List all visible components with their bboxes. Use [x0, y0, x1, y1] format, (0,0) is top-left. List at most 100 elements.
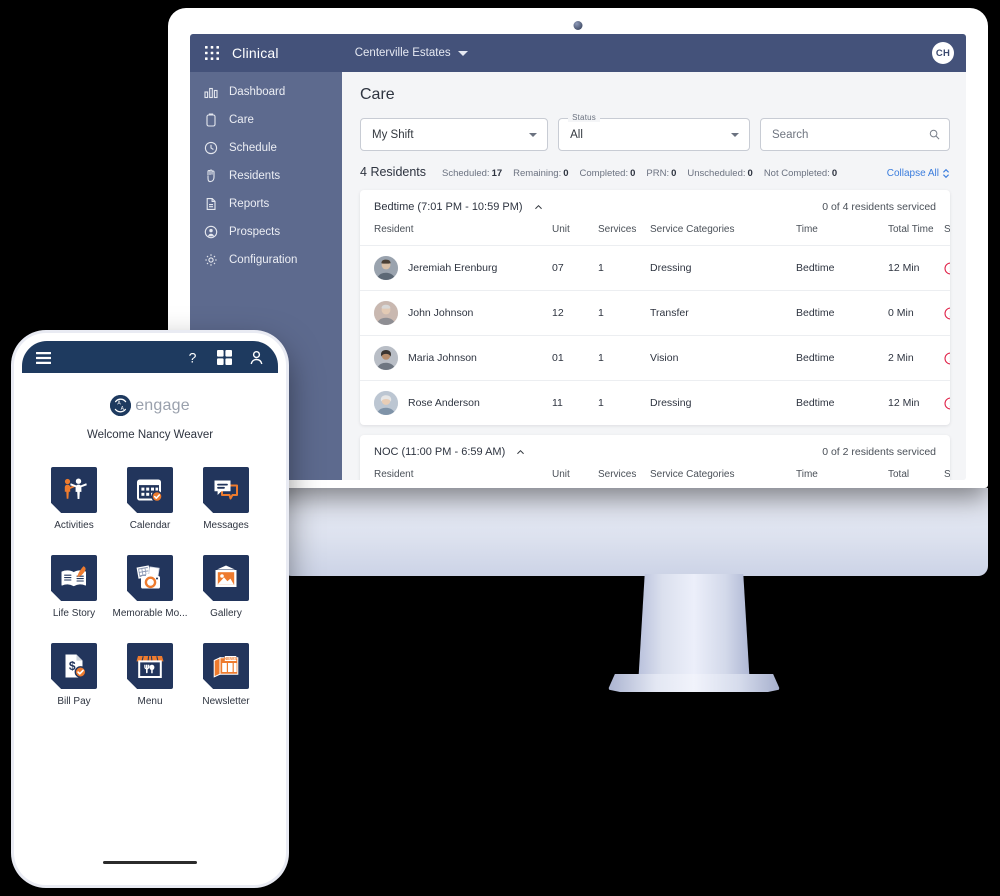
- cell-resident: John Johnson: [360, 290, 552, 336]
- sidebar-item-dashboard[interactable]: Dashboard: [190, 78, 342, 106]
- cell-unit: 07: [552, 245, 598, 291]
- tile-label: Life Story: [52, 608, 96, 619]
- col-resident: Resident: [374, 224, 414, 235]
- alert-circle-icon[interactable]: [944, 261, 950, 275]
- sidebar-item-configuration[interactable]: Configuration: [190, 246, 342, 274]
- alert-circle-icon[interactable]: [944, 306, 950, 320]
- cell-resident: Rose Anderson: [360, 380, 552, 425]
- restaurant-storefront-icon: [127, 643, 173, 689]
- cell-status: [944, 380, 950, 425]
- picture-frame-icon: [203, 555, 249, 601]
- cell-status: [944, 290, 950, 336]
- chevron-up-icon[interactable]: [534, 203, 543, 212]
- chevron-up-icon[interactable]: [516, 448, 525, 457]
- stat-value: 0: [747, 168, 753, 179]
- collapse-all-button[interactable]: Collapse All: [887, 168, 950, 179]
- col-total-time: Total Time: [888, 224, 934, 235]
- tile-label: Activities: [54, 520, 94, 531]
- search-icon: [929, 129, 940, 140]
- cell-time: Bedtime: [796, 290, 888, 336]
- cell-status: [944, 245, 950, 291]
- table-row[interactable]: Jeremiah Erenburg 07 1 Dressing Bedtime …: [360, 245, 950, 291]
- person-icon[interactable]: [249, 350, 264, 365]
- stat-label: Remaining:: [513, 168, 562, 179]
- col-services: Services: [598, 469, 637, 480]
- tile-label: Bill Pay: [57, 696, 91, 707]
- gear-icon: [204, 253, 218, 267]
- cell-services: 1: [598, 245, 650, 291]
- chevron-up-down-icon: [943, 168, 949, 179]
- stat-not-completed: Not Completed: 0: [764, 168, 837, 179]
- question-mark-icon[interactable]: ?: [185, 349, 200, 365]
- cell-services: 1: [598, 290, 650, 336]
- tile-label: Menu: [137, 696, 163, 707]
- sidebar-item-label: Schedule: [229, 142, 277, 154]
- group-title: Bedtime (7:01 PM - 10:59 PM): [374, 201, 523, 213]
- table-row[interactable]: John Johnson 12 1 Transfer Bedtime 0 Min: [360, 290, 950, 336]
- document-icon: [204, 197, 218, 211]
- alert-circle-icon[interactable]: [944, 396, 950, 410]
- apps-grid-icon[interactable]: [205, 46, 219, 60]
- care-table-head: Resident Unit Services Service Categorie…: [360, 467, 950, 480]
- cell-time: Bedtime: [796, 335, 888, 381]
- stat-label: Scheduled:: [442, 168, 490, 179]
- table-row[interactable]: Maria Johnson 01 1 Vision Bedtime 2 Min: [360, 335, 950, 381]
- col-unit: Unit: [552, 469, 570, 480]
- stat-value: 0: [630, 168, 636, 179]
- residents-count-label: Residents: [370, 165, 427, 179]
- col-services: Services: [598, 224, 637, 235]
- stat-label: PRN:: [646, 168, 670, 179]
- status-select[interactable]: Status All: [558, 113, 750, 151]
- search-input[interactable]: Search: [760, 118, 950, 151]
- tile-life-story[interactable]: Life Story: [36, 555, 112, 619]
- page-title: Care: [360, 86, 395, 103]
- hamburger-menu-icon[interactable]: [36, 351, 51, 364]
- sidebar-item-residents[interactable]: Residents: [190, 162, 342, 190]
- group-header[interactable]: NOC (11:00 PM - 6:59 AM) 0 of 2 resident…: [360, 435, 950, 467]
- table-row[interactable]: Rose Anderson 11 1 Dressing Bedtime 12 M…: [360, 380, 950, 425]
- community-selector[interactable]: Centerville Estates: [355, 47, 468, 59]
- sidebar-item-schedule[interactable]: Schedule: [190, 134, 342, 162]
- tile-label: Memorable Mo...: [112, 608, 188, 619]
- grid-squares-icon[interactable]: [217, 349, 232, 365]
- sidebar-item-label: Dashboard: [229, 86, 286, 98]
- tile-activities[interactable]: Activities: [36, 467, 112, 531]
- group-header[interactable]: Bedtime (7:01 PM - 10:59 PM) 0 of 4 resi…: [360, 190, 950, 222]
- sidebar-item-reports[interactable]: Reports: [190, 190, 342, 218]
- sidebar-item-care[interactable]: Care: [190, 106, 342, 134]
- cell-services: 1: [598, 380, 650, 425]
- app-brand-title: Clinical: [232, 45, 279, 61]
- cell-resident: Jeremiah Erenburg: [360, 245, 552, 291]
- avatar: [374, 391, 398, 415]
- stat-remaining: Remaining: 0: [513, 168, 568, 179]
- table-header-row: Resident Unit Services Service Categorie…: [360, 467, 950, 480]
- filter-bar: My Shift Status All Search: [360, 113, 950, 151]
- desktop-monitor: Clinical Centerville Estates CH Dashboar…: [168, 8, 988, 692]
- alert-circle-icon[interactable]: [944, 351, 950, 365]
- tile-calendar[interactable]: Calendar: [112, 467, 188, 531]
- cell-unit: 11: [552, 380, 598, 425]
- sidebar-item-label: Prospects: [229, 226, 281, 238]
- user-avatar[interactable]: CH: [932, 42, 954, 64]
- tile-menu[interactable]: Menu: [112, 643, 188, 707]
- shift-select[interactable]: My Shift: [360, 118, 549, 151]
- sidebar-item-label: Configuration: [229, 254, 298, 266]
- care-table: Resident Unit Services Service Categorie…: [360, 222, 950, 425]
- tile-gallery[interactable]: Gallery: [188, 555, 264, 619]
- tile-bill-pay[interactable]: $ Bill Pay: [36, 643, 112, 707]
- sidebar-item-prospects[interactable]: Prospects: [190, 218, 342, 246]
- stat-value: 0: [831, 168, 838, 179]
- cell-time: Bedtime: [796, 380, 888, 425]
- stat-value: 17: [491, 168, 503, 179]
- cell-service-category: Transfer: [650, 290, 796, 336]
- desktop-screen: Clinical Centerville Estates CH Dashboar…: [190, 34, 966, 480]
- avatar: [374, 256, 398, 280]
- col-status: Status: [944, 469, 950, 480]
- tile-newsletter[interactable]: NEWS Newsletter: [188, 643, 264, 707]
- book-quill-icon: [51, 555, 97, 601]
- resident-name: Jeremiah Erenburg: [408, 262, 498, 274]
- tile-memorable-moments[interactable]: Memorable Mo...: [112, 555, 188, 619]
- chevron-down-icon: [457, 50, 468, 56]
- tile-messages[interactable]: Messages: [188, 467, 264, 531]
- cell-resident: Maria Johnson: [360, 335, 552, 381]
